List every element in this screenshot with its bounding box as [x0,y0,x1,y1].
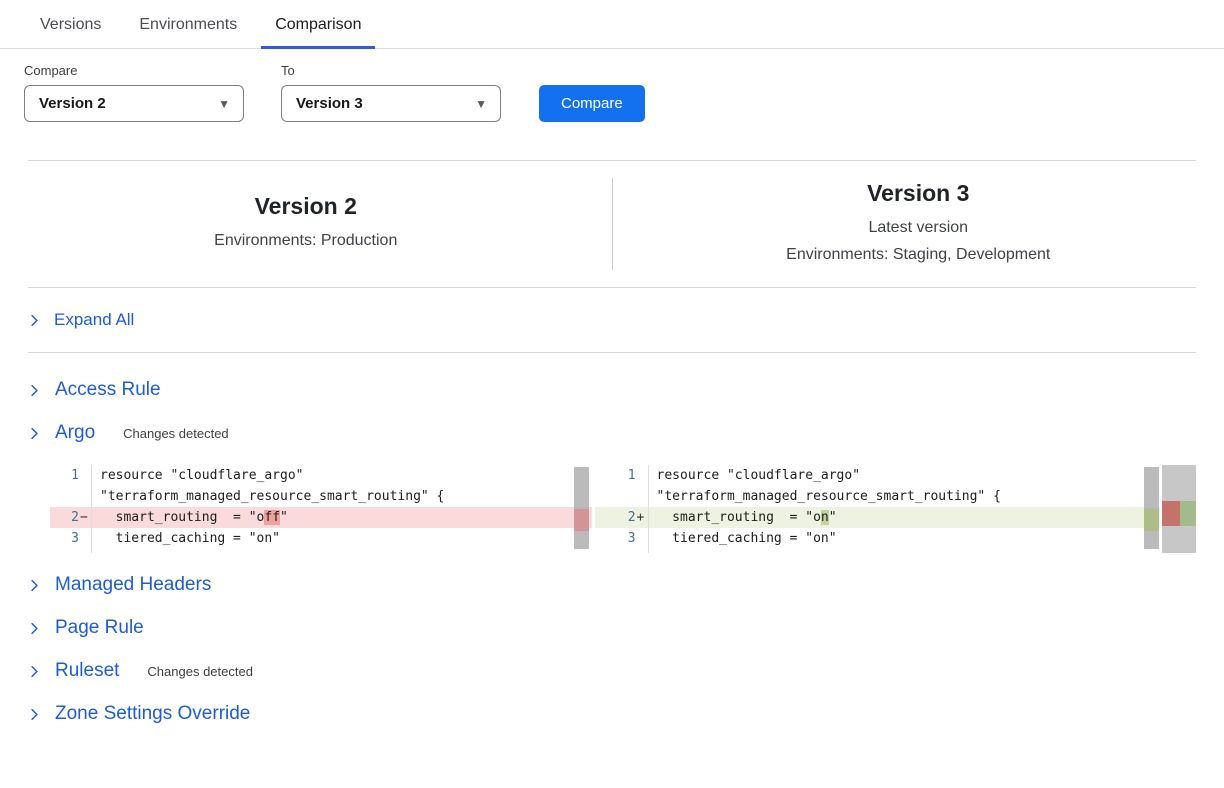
section-title: Access Rule [55,379,161,401]
chevron-down-icon: ▼ [475,98,487,110]
line-number-gutter: 3 [595,528,649,549]
section-title: Managed Headers [55,574,211,596]
compare-label: Compare [24,63,244,78]
code-text: resource "cloudflare_argo" [649,465,1161,486]
comparison-page: Versions Environments Comparison Compare… [0,0,1224,725]
line-number-gutter: 2− [50,507,92,528]
compare-to-select[interactable]: Version 3 ▼ [281,85,501,122]
right-version-subtitle: Latest version [613,214,1224,241]
diff-panel-right: 1resource "cloudflare_argo""terraform_ma… [595,465,1161,553]
diff-line: 2− smart_routing = "off" [50,507,592,528]
line-number-gutter: 4 [595,549,649,553]
diff-line: 3 tiered_caching = "on" [50,528,592,549]
diff-line: 2+ smart_routing = "on" [595,507,1161,528]
expand-all-toggle[interactable]: Expand All [0,288,162,352]
code-text: } [92,549,592,553]
line-number-gutter: 4 [50,549,92,553]
tab-comparison[interactable]: Comparison [275,16,361,48]
added-line-marker [1144,509,1159,531]
diff-line: 4} [595,549,1161,553]
compare-from-field: Compare Version 2 ▼ [24,63,244,122]
left-version-environments: Environments: Production [0,227,612,254]
diff-panel-left: 1resource "cloudflare_argo""terraform_ma… [50,465,592,553]
diff-scrollbar-left[interactable] [574,467,589,549]
diff-change-marker [1162,501,1196,526]
diff-code-left: 1resource "cloudflare_argo""terraform_ma… [50,465,592,553]
right-version-environments: Environments: Staging, Development [613,241,1224,268]
divider [28,352,1196,353]
diff-line: 1resource "cloudflare_argo" [595,465,1161,486]
argo-diff: 1resource "cloudflare_argo""terraform_ma… [50,465,1196,553]
chevron-right-icon [28,383,41,398]
compare-from-value: Version 2 [39,95,106,112]
version-left-header: Version 2 Environments: Production [0,193,612,254]
expand-all-label: Expand All [54,310,134,330]
line-number-gutter: 3 [50,528,92,549]
divider [28,287,1196,288]
code-text: "terraform_managed_resource_smart_routin… [92,486,592,507]
code-text: tiered_caching = "on" [92,528,592,549]
compare-from-select[interactable]: Version 2 ▼ [24,85,244,122]
section-title: Argo [55,422,95,444]
removed-line-marker [574,509,589,531]
diff-line: "terraform_managed_resource_smart_routin… [50,486,592,507]
left-version-title: Version 2 [0,193,612,220]
section-ruleset[interactable]: Ruleset Changes detected [0,660,281,682]
chevron-right-icon [28,313,41,328]
to-label: To [281,63,501,78]
tab-versions[interactable]: Versions [40,16,101,48]
version-right-header: Version 3 Latest version Environments: S… [613,180,1224,268]
line-number-gutter: 2+ [595,507,649,528]
chevron-right-icon [28,578,41,593]
diff-overview-ruler[interactable] [1162,465,1196,553]
section-managed-headers[interactable]: Managed Headers [0,574,239,596]
code-text: } [649,549,1161,553]
line-number-gutter: 1 [595,465,649,486]
code-text: tiered_caching = "on" [649,528,1161,549]
changes-detected-badge: Changes detected [147,664,253,679]
compare-button[interactable]: Compare [539,85,645,122]
section-title: Ruleset [55,660,119,682]
tabbar: Versions Environments Comparison [0,0,1224,49]
line-number-gutter [595,486,649,507]
chevron-right-icon [28,664,41,679]
section-title: Zone Settings Override [55,703,250,725]
section-zone-settings-override[interactable]: Zone Settings Override [0,703,278,725]
compare-to-value: Version 3 [296,95,363,112]
diff-line: 3 tiered_caching = "on" [595,528,1161,549]
diff-line: 4} [50,549,592,553]
diff-line: 1resource "cloudflare_argo" [50,465,592,486]
removed-block [1162,501,1180,526]
code-text: smart_routing = "on" [649,507,1161,528]
code-text: "terraform_managed_resource_smart_routin… [649,486,1161,507]
line-number-gutter: 1 [50,465,92,486]
compare-to-field: To Version 3 ▼ [281,63,501,122]
chevron-right-icon [28,426,41,441]
chevron-right-icon [28,621,41,636]
diff-scrollbar-right[interactable] [1144,467,1159,549]
code-text: smart_routing = "off" [92,507,592,528]
diff-code-right: 1resource "cloudflare_argo""terraform_ma… [595,465,1161,553]
section-title: Page Rule [55,617,144,639]
section-page-rule[interactable]: Page Rule [0,617,172,639]
diff-line: "terraform_managed_resource_smart_routin… [595,486,1161,507]
changes-detected-badge: Changes detected [123,426,229,441]
tab-environments[interactable]: Environments [139,16,237,48]
right-version-title: Version 3 [613,180,1224,207]
added-block [1180,501,1196,526]
section-argo[interactable]: Argo Changes detected [0,422,257,444]
version-headers: Version 2 Environments: Production Versi… [0,161,1224,287]
code-text: resource "cloudflare_argo" [92,465,592,486]
section-access-rule[interactable]: Access Rule [0,379,189,401]
compare-form: Compare Version 2 ▼ To Version 3 ▼ Compa… [0,49,1224,160]
chevron-right-icon [28,707,41,722]
line-number-gutter [50,486,92,507]
chevron-down-icon: ▼ [218,98,230,110]
